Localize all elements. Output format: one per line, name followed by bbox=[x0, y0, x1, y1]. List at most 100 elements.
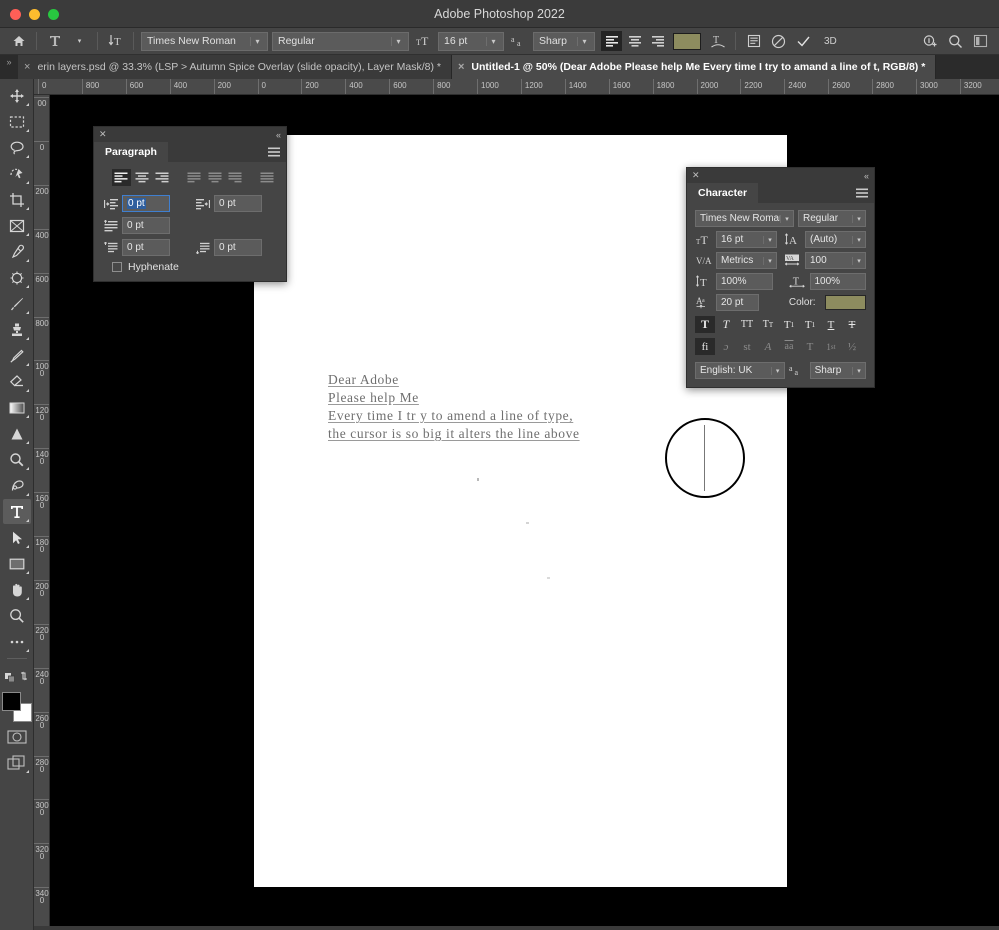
document-tab-erin-layers[interactable]: × erin layers.psd @ 33.3% (LSP > Autumn … bbox=[18, 55, 452, 79]
toggle-panels-icon[interactable] bbox=[743, 31, 764, 52]
collapse-panel-icon[interactable]: « bbox=[276, 130, 281, 140]
character-panel[interactable]: ✕ « Character Times New Roman ▾ Regular … bbox=[686, 167, 875, 388]
align-left-icon[interactable] bbox=[112, 169, 131, 186]
character-anti-alias-select[interactable]: Sharp ▾ bbox=[810, 362, 866, 379]
search-icon[interactable] bbox=[945, 31, 966, 52]
align-right-icon[interactable] bbox=[647, 31, 668, 51]
indent-first-line-input[interactable]: 0 pt bbox=[122, 217, 170, 234]
space-after-paragraph-input[interactable]: 0 pt bbox=[214, 239, 262, 256]
quick-mask-icon[interactable] bbox=[3, 724, 31, 749]
frame-tool[interactable] bbox=[3, 213, 31, 238]
leading-select[interactable]: (Auto) ▾ bbox=[805, 231, 866, 248]
language-select[interactable]: English: UK ▾ bbox=[695, 362, 785, 379]
font-family-select[interactable]: Times New Roman ▾ bbox=[141, 32, 268, 51]
hyphenate-checkbox[interactable] bbox=[112, 262, 122, 272]
share-icon[interactable] bbox=[920, 31, 941, 52]
underline-icon[interactable]: T bbox=[821, 316, 841, 333]
eyedropper-tool[interactable] bbox=[3, 239, 31, 264]
character-panel-titlebar[interactable]: ✕ « bbox=[687, 168, 874, 183]
home-icon[interactable] bbox=[8, 31, 29, 52]
default-colors-and-swap-icons[interactable] bbox=[3, 663, 31, 688]
rectangle-tool[interactable] bbox=[3, 551, 31, 576]
warp-text-icon[interactable]: T bbox=[707, 31, 728, 52]
vertical-scale-input[interactable]: 100% bbox=[716, 273, 773, 290]
titling-alternates-icon[interactable]: T bbox=[800, 338, 820, 355]
justify-last-right-icon[interactable] bbox=[226, 169, 245, 186]
tab-character[interactable]: Character bbox=[687, 183, 758, 203]
contextual-alternates-icon[interactable]: ɔ bbox=[716, 338, 736, 355]
justify-all-icon[interactable] bbox=[257, 169, 276, 186]
edit-toolbar-tool[interactable] bbox=[3, 629, 31, 654]
brush-tool[interactable] bbox=[3, 291, 31, 316]
small-caps-icon[interactable]: TT bbox=[758, 316, 778, 333]
font-size-select[interactable]: 16 pt ▾ bbox=[438, 32, 504, 51]
screen-mode-icon[interactable] bbox=[3, 750, 31, 775]
gradient-tool[interactable] bbox=[3, 395, 31, 420]
close-icon[interactable]: × bbox=[24, 61, 30, 73]
path-selection-tool[interactable] bbox=[3, 525, 31, 550]
dodge-tool[interactable] bbox=[3, 447, 31, 472]
horizontal-ruler[interactable]: 0800600400200020040060080010001200140016… bbox=[34, 79, 999, 95]
align-center-icon[interactable] bbox=[624, 31, 645, 51]
rectangular-marquee-tool[interactable] bbox=[3, 109, 31, 134]
three-d-button[interactable]: 3D bbox=[818, 31, 843, 52]
discretionary-ligatures-icon[interactable]: st bbox=[737, 338, 757, 355]
subscript-icon[interactable]: T1 bbox=[800, 316, 820, 333]
cancel-icon[interactable] bbox=[768, 31, 789, 52]
align-right-icon[interactable] bbox=[153, 169, 172, 186]
type-tool-icon[interactable] bbox=[44, 31, 65, 52]
foreground-color-swatch[interactable] bbox=[2, 692, 21, 711]
foreground-background-color[interactable] bbox=[2, 692, 32, 722]
standard-ligatures-icon[interactable]: fi bbox=[695, 338, 715, 355]
document-tab-untitled-1[interactable]: × Untitled-1 @ 50% (Dear Adobe Please he… bbox=[452, 55, 936, 79]
text-color-swatch[interactable] bbox=[673, 33, 701, 50]
type-tool-preset-caret-icon[interactable]: ▾ bbox=[69, 31, 90, 52]
crop-tool[interactable] bbox=[3, 187, 31, 212]
tab-paragraph[interactable]: Paragraph bbox=[94, 142, 168, 162]
vertical-ruler[interactable]: 0002004006008001000120014001600180020002… bbox=[34, 95, 50, 930]
hyphenate-row[interactable]: Hyphenate bbox=[102, 261, 278, 273]
tracking-select[interactable]: 100 ▾ bbox=[805, 252, 866, 269]
swash-icon[interactable]: A bbox=[758, 338, 778, 355]
panel-menu-icon[interactable] bbox=[850, 183, 874, 203]
panel-menu-icon[interactable] bbox=[262, 142, 286, 162]
spot-healing-brush-tool[interactable] bbox=[3, 265, 31, 290]
fractions-icon[interactable]: ½ bbox=[842, 338, 862, 355]
eraser-tool[interactable] bbox=[3, 369, 31, 394]
document-text-block[interactable]: Dear Adobe Please help Me Every time I t… bbox=[328, 371, 580, 443]
workspace-icon[interactable] bbox=[970, 31, 991, 52]
anti-alias-select[interactable]: Sharp ▾ bbox=[533, 32, 595, 51]
character-font-size-select[interactable]: 16 pt ▾ bbox=[716, 231, 777, 248]
space-before-paragraph-input[interactable]: 0 pt bbox=[122, 239, 170, 256]
align-left-icon[interactable] bbox=[601, 31, 622, 51]
justify-last-center-icon[interactable] bbox=[205, 169, 224, 186]
close-icon[interactable]: ✕ bbox=[692, 170, 700, 181]
clone-stamp-tool[interactable] bbox=[3, 317, 31, 342]
baseline-shift-input[interactable]: 20 pt bbox=[716, 294, 759, 311]
move-tool[interactable] bbox=[3, 83, 31, 108]
toggle-text-orientation-icon[interactable]: T bbox=[105, 31, 126, 52]
oldstyle-icon[interactable]: aa bbox=[779, 338, 799, 355]
history-brush-tool[interactable] bbox=[3, 343, 31, 368]
expand-panels-icon[interactable]: » bbox=[0, 55, 18, 79]
indent-left-margin-input[interactable]: 0 pt bbox=[122, 195, 170, 212]
blur-tool[interactable] bbox=[3, 421, 31, 446]
horizontal-scale-input[interactable]: 100% bbox=[810, 273, 867, 290]
paragraph-panel-titlebar[interactable]: ✕ « bbox=[94, 127, 286, 142]
character-color-swatch[interactable] bbox=[825, 295, 866, 310]
font-style-select[interactable]: Regular ▾ bbox=[272, 32, 409, 51]
pen-tool[interactable] bbox=[3, 473, 31, 498]
superscript-icon[interactable]: T1 bbox=[779, 316, 799, 333]
object-selection-tool[interactable] bbox=[3, 161, 31, 186]
horizontal-type-tool[interactable] bbox=[3, 499, 31, 524]
commit-icon[interactable] bbox=[793, 31, 814, 52]
lasso-tool[interactable] bbox=[3, 135, 31, 160]
character-font-family-select[interactable]: Times New Roman ▾ bbox=[695, 210, 794, 227]
ordinals-icon[interactable]: 1st bbox=[821, 338, 841, 355]
strikethrough-icon[interactable]: T bbox=[842, 316, 862, 333]
faux-italic-icon[interactable]: T bbox=[716, 316, 736, 333]
indent-right-margin-input[interactable]: 0 pt bbox=[214, 195, 262, 212]
character-font-style-select[interactable]: Regular ▾ bbox=[798, 210, 866, 227]
close-icon[interactable]: × bbox=[458, 61, 464, 73]
justify-last-left-icon[interactable] bbox=[185, 169, 204, 186]
